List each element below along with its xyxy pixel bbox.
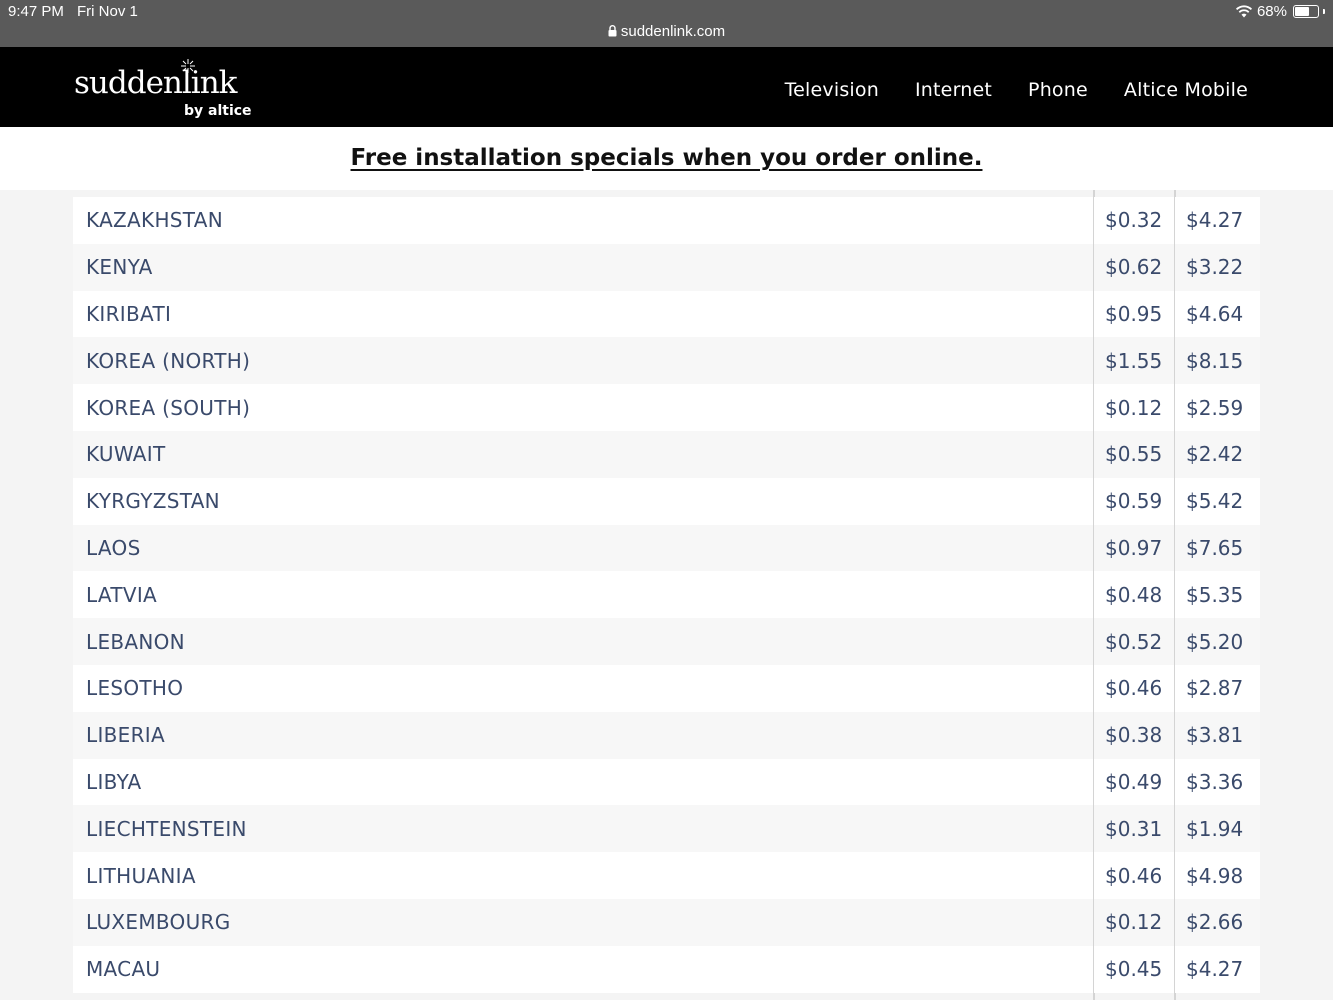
mobile-rate-cell: $8.15 bbox=[1174, 337, 1260, 385]
table-row: LITHUANIA $0.46 $4.98 bbox=[73, 852, 1260, 899]
country-cell: KAZAKHSTAN bbox=[86, 208, 223, 233]
country-cell: LEBANON bbox=[86, 629, 185, 654]
mobile-rate-cell: $4.64 bbox=[1174, 290, 1260, 338]
landline-rate-cell: $0.12 bbox=[1093, 898, 1174, 946]
mobile-rate-cell: $7.65 bbox=[1174, 524, 1260, 572]
table-row: MACAU $0.45 $4.27 bbox=[73, 945, 1260, 993]
table-row: LATVIA $0.48 $5.35 bbox=[73, 571, 1260, 619]
landline-rate-cell: $0.46 bbox=[1093, 852, 1174, 899]
country-cell: KENYA bbox=[86, 255, 153, 280]
table-row: LAOS $0.97 $7.65 bbox=[73, 524, 1260, 572]
mobile-rate-cell: $3.22 bbox=[1174, 243, 1260, 291]
country-cell: KUWAIT bbox=[86, 442, 166, 467]
nav-internet[interactable]: Internet bbox=[915, 79, 992, 101]
landline-rate-cell: $0.59 bbox=[1093, 477, 1174, 525]
nav-altice-mobile[interactable]: Altice Mobile bbox=[1124, 79, 1248, 101]
landline-rate-cell: $0.38 bbox=[1093, 711, 1174, 759]
main-nav: Television Internet Phone Altice Mobile bbox=[785, 79, 1248, 101]
status-bar: 9:47 PM Fri Nov 1 68% suddenlink.com bbox=[0, 0, 1333, 47]
country-cell: MACAU bbox=[86, 957, 161, 982]
mobile-rate-cell: $2.66 bbox=[1174, 898, 1260, 946]
wifi-icon bbox=[1235, 5, 1253, 18]
country-cell: LIBERIA bbox=[86, 723, 165, 748]
table-row: LUXEMBOURG $0.12 $2.66 bbox=[73, 898, 1260, 946]
lock-icon bbox=[608, 25, 617, 37]
country-cell: LATVIA bbox=[86, 582, 158, 607]
landline-rate-cell: $0.32 bbox=[1093, 197, 1174, 244]
battery-icon bbox=[1293, 5, 1319, 18]
logo-wordmark: suddenlink bbox=[74, 65, 237, 101]
table-row: KENYA $0.62 $3.22 bbox=[73, 243, 1260, 291]
mobile-rate-cell: $3.81 bbox=[1174, 711, 1260, 759]
promo-banner: Free installation specials when you orde… bbox=[0, 127, 1333, 190]
sparkle-icon bbox=[181, 59, 195, 73]
suddenlink-logo[interactable]: suddenlink by altice bbox=[72, 57, 252, 119]
logo-tagline: by altice bbox=[184, 103, 252, 119]
mobile-rate-cell: $2.87 bbox=[1174, 664, 1260, 712]
landline-rate-cell: $0.62 bbox=[1093, 243, 1174, 291]
battery-cap bbox=[1323, 9, 1325, 14]
mobile-rate-cell: $5.35 bbox=[1174, 571, 1260, 619]
country-cell: KIRIBATI bbox=[86, 301, 172, 326]
table-row: KUWAIT $0.55 $2.42 bbox=[73, 430, 1260, 478]
site-header: suddenlink by altice Television Internet… bbox=[0, 47, 1333, 127]
country-cell: LIBYA bbox=[86, 769, 142, 794]
mobile-rate-cell: $1.94 bbox=[1174, 805, 1260, 853]
promo-link[interactable]: Free installation specials when you orde… bbox=[351, 145, 983, 171]
landline-rate-cell: $0.52 bbox=[1093, 618, 1174, 665]
landline-rate-cell: $0.49 bbox=[1093, 758, 1174, 806]
mobile-rate-cell: $3.36 bbox=[1174, 758, 1260, 806]
landline-rate-cell: $0.31 bbox=[1093, 805, 1174, 853]
landline-rate-cell: $1.55 bbox=[1093, 337, 1174, 385]
nav-television[interactable]: Television bbox=[785, 79, 879, 101]
table-row: KIRIBATI $0.95 $4.64 bbox=[73, 290, 1260, 338]
battery-level bbox=[1295, 7, 1309, 16]
battery-percent: 68% bbox=[1256, 3, 1287, 20]
landline-rate-cell: $0.48 bbox=[1093, 571, 1174, 619]
mobile-rate-cell: $4.27 bbox=[1174, 945, 1260, 993]
status-indicators: 68% bbox=[1235, 3, 1325, 20]
table-row: LIBERIA $0.38 $3.81 bbox=[73, 711, 1260, 759]
mobile-rate-cell: $5.42 bbox=[1174, 477, 1260, 525]
country-cell: LIECHTENSTEIN bbox=[86, 816, 247, 841]
url-text: suddenlink.com bbox=[620, 23, 726, 40]
mobile-rate-cell: $4.98 bbox=[1174, 852, 1260, 899]
country-cell: KOREA (NORTH) bbox=[86, 348, 251, 373]
nav-phone[interactable]: Phone bbox=[1028, 79, 1088, 101]
country-cell: KYRGYZSTAN bbox=[86, 489, 220, 514]
landline-rate-cell: $0.45 bbox=[1093, 945, 1174, 993]
country-cell: LAOS bbox=[86, 535, 141, 560]
table-row: KOREA (SOUTH) $0.12 $2.59 bbox=[73, 384, 1260, 431]
mobile-rate-cell: $2.42 bbox=[1174, 430, 1260, 478]
country-cell: LITHUANIA bbox=[86, 863, 196, 888]
country-cell: KOREA (SOUTH) bbox=[86, 395, 251, 420]
landline-rate-cell: $0.97 bbox=[1093, 524, 1174, 572]
status-date: Fri Nov 1 bbox=[77, 3, 138, 20]
table-row: LESOTHO $0.46 $2.87 bbox=[73, 664, 1260, 712]
status-time: 9:47 PM bbox=[8, 3, 64, 20]
landline-rate-cell: $0.12 bbox=[1093, 384, 1174, 431]
address-bar[interactable]: suddenlink.com bbox=[0, 23, 1333, 40]
landline-rate-cell: $0.46 bbox=[1093, 664, 1174, 712]
country-cell: LESOTHO bbox=[86, 676, 184, 701]
mobile-rate-cell: $2.59 bbox=[1174, 384, 1260, 431]
country-cell: LUXEMBOURG bbox=[86, 910, 231, 935]
table-row: KOREA (NORTH) $1.55 $8.15 bbox=[73, 337, 1260, 385]
table-row: LIECHTENSTEIN $0.31 $1.94 bbox=[73, 805, 1260, 853]
table-row: LEBANON $0.52 $5.20 bbox=[73, 618, 1260, 665]
landline-rate-cell: $0.95 bbox=[1093, 290, 1174, 338]
mobile-rate-cell: $5.20 bbox=[1174, 618, 1260, 665]
landline-rate-cell: $0.55 bbox=[1093, 430, 1174, 478]
rates-table: KAZAKHSTAN $0.32 $4.27 KENYA $0.62 $3.22 KIRIB… bbox=[73, 197, 1260, 993]
table-row: KYRGYZSTAN $0.59 $5.42 bbox=[73, 477, 1260, 525]
table-row: LIBYA $0.49 $3.36 bbox=[73, 758, 1260, 806]
table-row: KAZAKHSTAN $0.32 $4.27 bbox=[73, 197, 1260, 244]
mobile-rate-cell: $4.27 bbox=[1174, 197, 1260, 244]
